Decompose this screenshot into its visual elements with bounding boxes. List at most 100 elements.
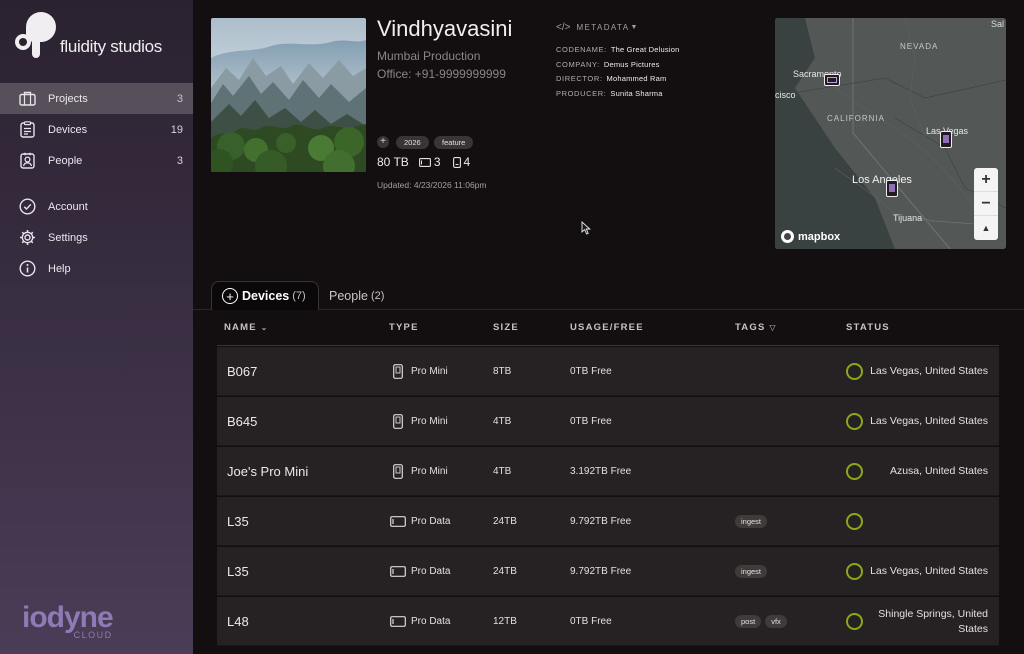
map-terrain: [775, 18, 1006, 249]
zoom-out-button[interactable]: −: [974, 192, 998, 216]
device-tags: ingest: [735, 497, 771, 546]
device-tags: post vfx: [735, 597, 791, 646]
device-usage: 0TB Free: [570, 616, 612, 627]
mapbox-logo-icon: [781, 230, 794, 243]
device-tag[interactable]: vfx: [765, 615, 787, 628]
add-tag-button[interactable]: +: [377, 136, 389, 148]
tab-people[interactable]: People (2): [329, 281, 384, 310]
project-mini-count: 4: [463, 155, 471, 169]
brand[interactable]: fluidity studios: [12, 12, 162, 58]
project-title: Vindhyavasini: [377, 16, 513, 41]
column-header-status[interactable]: STATUS: [846, 322, 890, 333]
project-storage: 80 TB: [377, 155, 409, 169]
mapbox-attribution[interactable]: mapbox: [781, 230, 840, 243]
check-circle-icon: [18, 198, 36, 216]
table-row[interactable]: L35 Pro Data 24TB 9.792TB Free ingest Las Veg…: [217, 547, 999, 596]
table-row[interactable]: Joe's Pro Mini Pro Mini 4TB 3.192TB Free Azu…: [217, 447, 999, 496]
devices-map[interactable]: Sal NEVADA Sacramento cisco CALIFORNIA L…: [775, 18, 1006, 249]
device-location: Azusa, United States: [889, 465, 988, 477]
sidebar-item-label: Account: [48, 200, 88, 213]
status-indicator: [846, 497, 863, 546]
metadata-row: DIRECTOR: Mohammed Ram: [556, 74, 679, 89]
zoom-in-button[interactable]: +: [974, 168, 998, 192]
sidebar-item-label: Projects: [48, 92, 88, 105]
pro-data-icon: [418, 157, 431, 167]
device-type-label: Pro Mini: [411, 416, 448, 427]
device-location: [868, 497, 988, 546]
metadata-header: METADATA: [576, 23, 630, 32]
map-label-tijuana: Tijuana: [893, 213, 923, 223]
status-indicator: [846, 397, 863, 446]
metadata-row: PRODUCER: Sunita Sharma: [556, 89, 679, 104]
column-header-usage[interactable]: USAGE/FREE: [570, 322, 644, 333]
sidebar-item-account[interactable]: Account: [0, 191, 193, 222]
metadata-key: COMPANY:: [556, 59, 600, 69]
map-device-marker[interactable]: [824, 74, 840, 86]
project-tag[interactable]: 2026: [396, 136, 429, 149]
project-office: Office: +91-9999999999: [377, 67, 506, 81]
map-device-marker[interactable]: [886, 180, 898, 197]
code-icon: </>: [556, 22, 571, 33]
device-tag[interactable]: ingest: [735, 515, 768, 528]
iodyne-cloud-logo: iodyne CLOUD: [22, 601, 114, 641]
device-usage: 3.192TB Free: [570, 466, 632, 477]
device-tags: ingest: [735, 547, 771, 596]
device-name: L35: [227, 564, 249, 579]
status-indicator: [846, 597, 863, 646]
pro-mini-icon: [389, 464, 407, 479]
sidebar-item-settings[interactable]: Settings: [0, 222, 193, 253]
clipboard-icon: [18, 121, 36, 139]
sidebar-nav-primary: Projects 3 Devices 19 People 3: [0, 83, 193, 176]
table-header: NAME ⌄ TYPE SIZE USAGE/FREE TAGS ▽ STATU…: [217, 310, 999, 346]
sidebar-item-count: 3: [176, 154, 183, 167]
device-type: Pro Data: [389, 597, 450, 646]
pro-mini-icon: [452, 156, 461, 168]
status-indicator: [846, 547, 863, 596]
device-size: 24TB: [493, 516, 517, 527]
metadata-value: Sunita Sharma: [610, 88, 663, 98]
device-tag[interactable]: post: [735, 615, 762, 628]
iodyne-wordmark: iodyne: [22, 601, 114, 634]
column-header-size[interactable]: SIZE: [493, 322, 519, 333]
metadata-value: Mohammed Ram: [606, 74, 667, 83]
status-ring-icon: [846, 513, 863, 530]
metadata-row: CODENAME: The Great Delusion: [556, 45, 679, 60]
device-usage: 9.792TB Free: [570, 566, 632, 577]
project-hero-image: [211, 18, 366, 172]
device-size: 24TB: [493, 566, 517, 577]
table-row[interactable]: B645 Pro Mini 4TB 0TB Free Las Vegas, United…: [217, 397, 999, 446]
sidebar-item-people[interactable]: People 3: [0, 145, 193, 176]
sidebar-item-help[interactable]: Help: [0, 253, 193, 284]
table-row[interactable]: L48 Pro Data 12TB 0TB Free post vfx Shingle Sp…: [217, 597, 999, 646]
device-location: Las Vegas, United States: [870, 565, 988, 577]
device-type: Pro Mini: [389, 347, 448, 396]
tab-count: (7): [292, 290, 306, 302]
sidebar-item-devices[interactable]: Devices 19: [0, 114, 193, 145]
map-label-cisco: cisco: [775, 90, 796, 100]
column-header-name[interactable]: NAME ⌄: [224, 322, 269, 333]
metadata-toggle[interactable]: </> METADATA ▼: [556, 22, 639, 33]
pro-data-icon: [389, 616, 407, 627]
mouse-cursor-icon: [581, 221, 591, 235]
brand-name: fluidity studios: [60, 37, 162, 56]
column-header-tags[interactable]: TAGS ▽: [735, 322, 777, 333]
compass-reset-button[interactable]: ▲: [974, 216, 998, 240]
sidebar-item-projects[interactable]: Projects 3: [0, 83, 193, 114]
status-indicator: [846, 347, 863, 396]
tab-label: People: [329, 288, 368, 303]
map-label-los-angeles: Los Angeles: [852, 174, 912, 186]
table-row[interactable]: B067 Pro Mini 8TB 0TB Free Las Vegas, United…: [217, 347, 999, 396]
device-tag[interactable]: ingest: [735, 565, 768, 578]
sidebar-item-label: People: [48, 154, 83, 167]
map-zoom-controls: + − ▲: [974, 168, 998, 240]
device-type-label: Pro Mini: [411, 466, 448, 477]
status-ring-icon: [846, 463, 863, 480]
map-device-marker[interactable]: [940, 131, 952, 148]
project-tag[interactable]: feature: [434, 136, 474, 149]
table-row[interactable]: L35 Pro Data 24TB 9.792TB Free ingest: [217, 497, 999, 546]
device-usage: 9.792TB Free: [570, 516, 632, 527]
pro-mini-icon: [389, 364, 407, 379]
tab-devices[interactable]: + Devices (7): [211, 281, 319, 310]
column-header-type[interactable]: TYPE: [389, 322, 419, 333]
main-content: Vindhyavasini Mumbai Production Office: …: [193, 0, 1024, 654]
